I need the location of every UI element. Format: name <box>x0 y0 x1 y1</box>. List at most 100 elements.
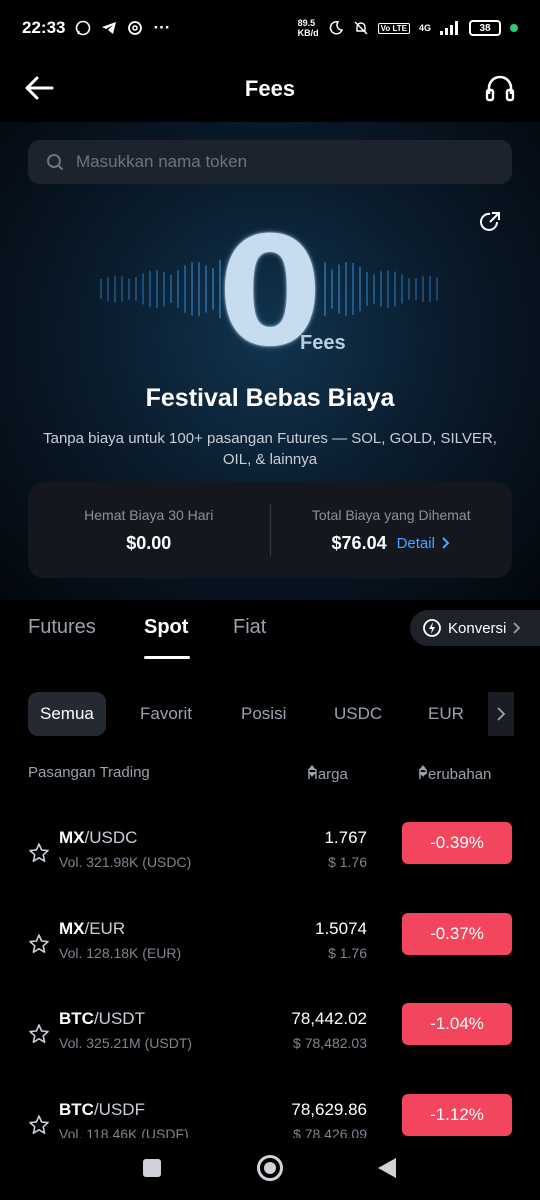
promo-title: Festival Bebas Biaya <box>145 384 395 412</box>
column-price: Harga <box>307 766 348 783</box>
pair-usd-price: $ 1.76 <box>328 945 367 961</box>
net-speed: 89.5 KB/d <box>297 18 319 38</box>
pair-name: MX/USDC <box>59 828 138 847</box>
pair-price: 1.5074 <box>315 919 367 938</box>
wave-bar <box>324 262 326 316</box>
table-header: Pasangan Trading Harga Perubahan <box>0 762 540 784</box>
search-input[interactable]: Masukkan nama token <box>28 140 512 184</box>
konversi-button[interactable]: Konversi <box>410 610 540 646</box>
system-nav-bar <box>0 1138 540 1200</box>
quote-filter-bar: Semua Favorit Posisi USDC EUR <box>0 692 540 738</box>
wave-bar <box>107 276 109 302</box>
square-icon <box>143 1159 161 1177</box>
wave-bar <box>394 271 396 307</box>
pair-usd-price: $ 1.76 <box>328 854 367 870</box>
column-change-sort[interactable]: Perubahan <box>418 764 491 783</box>
headphones-icon <box>485 75 515 102</box>
support-button[interactable] <box>484 66 516 110</box>
wave-bar <box>212 268 214 310</box>
tab-futures[interactable]: Futures <box>28 616 96 639</box>
wave-bar <box>198 262 200 316</box>
wave-bar <box>352 262 354 316</box>
pair-name: BTC/USDT <box>59 1009 145 1028</box>
moon-icon <box>329 21 343 35</box>
table-row[interactable]: MX/USDC Vol. 321.98K (USDC) 1.767 $ 1.76… <box>0 818 540 908</box>
wave-bar <box>408 278 410 300</box>
wave-bar <box>331 269 333 309</box>
star-icon[interactable] <box>28 1023 50 1045</box>
column-price-sort[interactable]: Harga <box>307 764 348 783</box>
pair-volume: Vol. 321.98K (USDC) <box>59 854 192 870</box>
telegram-icon <box>102 22 117 34</box>
pair-usd-price: $ 78,482.03 <box>293 1035 367 1051</box>
market-tabs: Futures Spot Fiat Konversi <box>0 600 540 662</box>
wave-bar <box>184 265 186 313</box>
filter-favorit[interactable]: Favorit <box>140 692 192 736</box>
pair-price: 1.767 <box>324 828 367 847</box>
wave-bar <box>135 277 137 301</box>
pair-price: 78,629.86 <box>291 1100 367 1119</box>
star-icon[interactable] <box>28 842 50 864</box>
back-button[interactable] <box>24 66 56 110</box>
home-button[interactable] <box>254 1152 286 1184</box>
savings-total-label: Total Biaya yang Dihemat <box>311 506 471 523</box>
column-pair: Pasangan Trading <box>28 764 150 781</box>
filter-usdc[interactable]: USDC <box>334 692 382 736</box>
network-type: 4G <box>418 23 431 33</box>
recents-button[interactable] <box>136 1152 168 1184</box>
app-header: Fees <box>0 56 540 122</box>
battery-icon: 38 <box>469 20 501 36</box>
wave-bar <box>338 264 340 314</box>
search-icon <box>47 154 64 171</box>
pair-name: BTC/USDF <box>59 1100 145 1119</box>
wave-bar <box>401 274 403 304</box>
wave-bar <box>170 275 172 303</box>
table-row[interactable]: BTC/USDT Vol. 325.21M (USDT) 78,442.02 $… <box>0 999 540 1089</box>
wave-bar <box>149 270 151 308</box>
savings-30d-label: Hemat Biaya 30 Hari <box>84 506 214 523</box>
savings-card: Hemat Biaya 30 Hari $0.00 Total Biaya ya… <box>28 482 512 578</box>
filter-eur[interactable]: EUR <box>428 692 464 736</box>
tab-spot[interactable]: Spot <box>144 616 188 639</box>
change-badge: -1.04% <box>402 1003 512 1045</box>
status-bar: 22:33 ··· 89.5 KB/d Vo LTE 4G 38 <box>0 0 540 56</box>
filter-posisi[interactable]: Posisi <box>241 692 286 736</box>
pair-volume: Vol. 128.18K (EUR) <box>59 945 182 961</box>
wave-bar <box>429 276 431 302</box>
change-badge: -0.37% <box>402 913 512 955</box>
chevron-right-icon <box>442 537 450 549</box>
volte-badge: Vo LTE <box>377 22 410 34</box>
wave-bar <box>422 276 424 302</box>
promo-banner: Masukkan nama token 0 Fees Festival Beba… <box>0 122 540 600</box>
wave-bar <box>359 266 361 312</box>
star-icon[interactable] <box>28 933 50 955</box>
wave-bar <box>114 275 116 303</box>
filter-semua[interactable]: Semua <box>28 692 106 736</box>
column-change: Perubahan <box>418 766 492 783</box>
table-row[interactable]: MX/EUR Vol. 128.18K (EUR) 1.5074 $ 1.76 … <box>0 909 540 999</box>
wave-bar <box>163 271 165 307</box>
tab-fiat[interactable]: Fiat <box>233 616 266 639</box>
chevron-right-icon <box>497 707 506 721</box>
status-time: 22:33 <box>22 18 66 37</box>
savings-total-value: $76.04 <box>331 532 387 553</box>
wave-bar <box>191 262 193 316</box>
more-notifications-icon: ··· <box>153 18 171 37</box>
wave-bar <box>128 278 130 300</box>
wave-bar <box>373 274 375 304</box>
wave-bar <box>100 278 102 300</box>
filter-scroll-button[interactable] <box>488 692 514 736</box>
active-tab-indicator <box>144 656 190 659</box>
wave-bar <box>436 277 438 301</box>
pair-price: 78,442.02 <box>291 1009 367 1028</box>
back-nav-button[interactable] <box>371 1152 403 1184</box>
detail-link[interactable]: Detail <box>397 535 451 552</box>
back-arrow-icon <box>25 76 54 100</box>
wave-bar <box>387 270 389 308</box>
fees-word: Fees <box>300 332 346 354</box>
star-icon[interactable] <box>28 1114 50 1136</box>
wave-bar <box>345 262 347 316</box>
threads-icon <box>128 21 143 35</box>
page-title: Fees <box>244 76 296 101</box>
savings-30d-value: $0.00 <box>126 532 172 553</box>
